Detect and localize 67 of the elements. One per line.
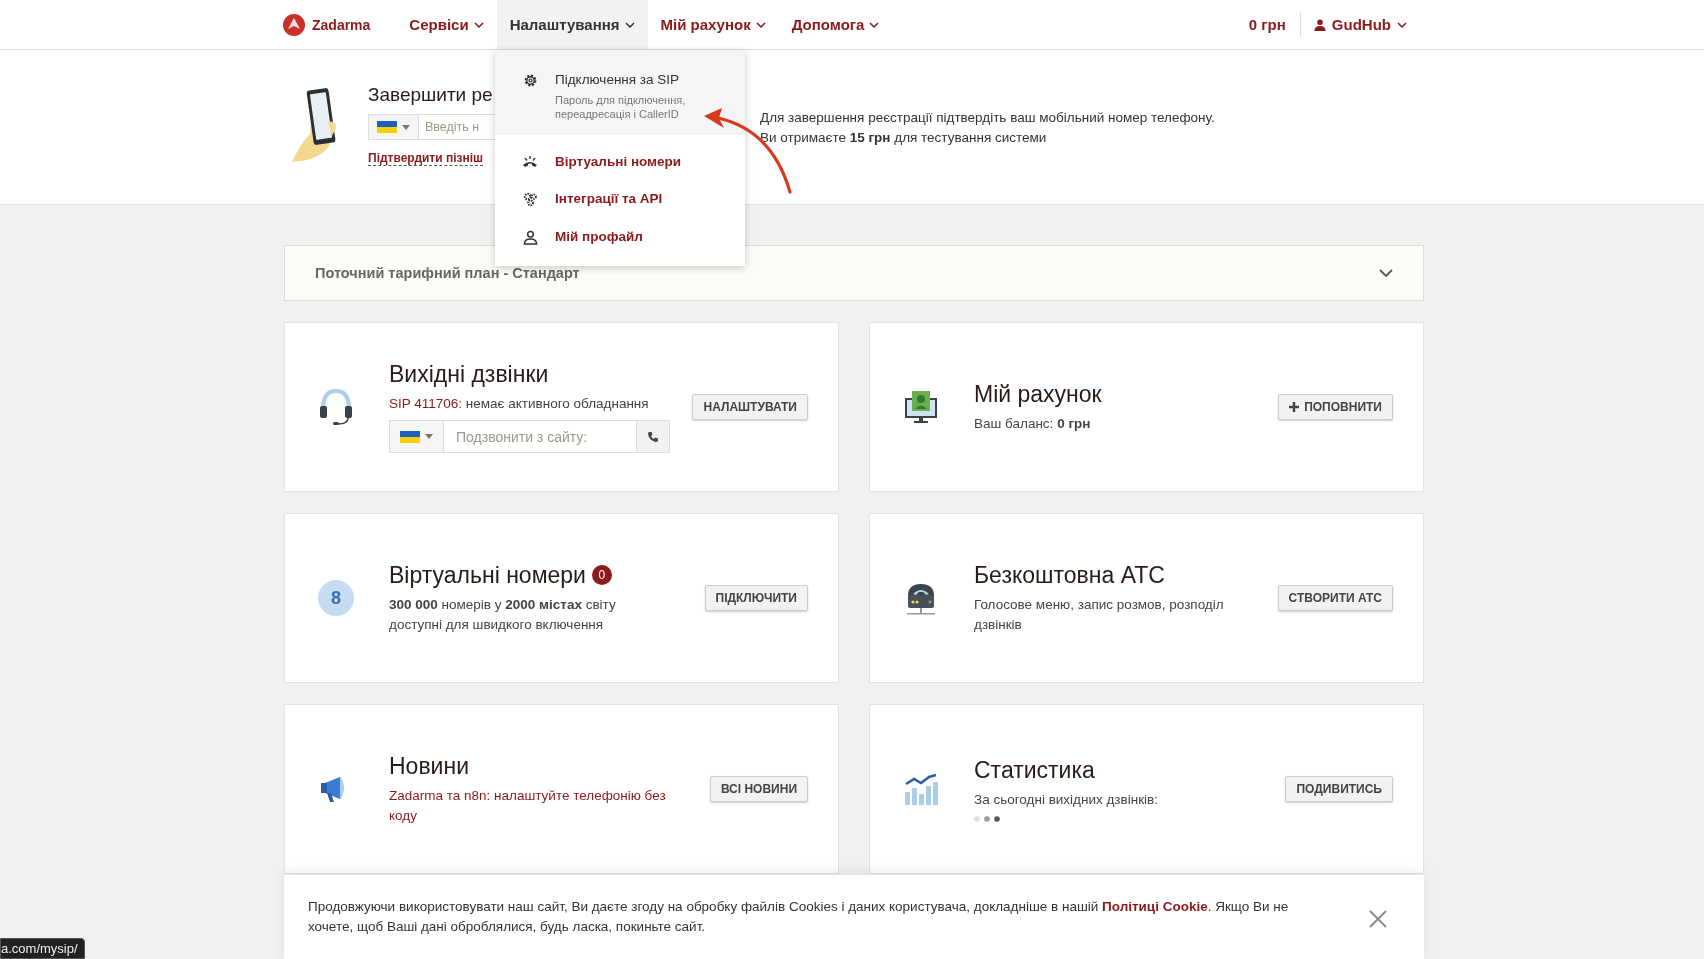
card-action-button[interactable]: ПОПОВНИТИ	[1278, 394, 1393, 420]
card-title: Вихідні дзвінки	[389, 361, 549, 388]
card-title: Новини	[389, 752, 470, 780]
cookie-notice: Продовжуючи використовувати наш сайт, Ви даєте згоду на обробку файлів Cookies і даних користувача, докладніше в нашій Політиці Cookie. Якщо Ви не хочете, щоб Ваші дані оброблялися, будь ласка, покиньте сайт.	[308, 898, 1290, 936]
cookie-policy-link[interactable]: Політиці Cookie	[1102, 899, 1208, 914]
menu-item-title: Інтеграції та API	[555, 191, 663, 206]
chevron-icon	[869, 22, 880, 28]
card-title: Мій рахунок	[974, 380, 1102, 408]
dropdown-menu-item[interactable]: Віртуальні номери	[495, 143, 745, 180]
tariff-label: Поточний тарифний план - Стандарт	[315, 265, 580, 281]
sip-link[interactable]: SIP 411706:	[389, 396, 463, 411]
card-text: За сьогодні вихідних дзвінків:	[974, 790, 1159, 809]
caret-icon	[425, 434, 433, 439]
headset-icon	[318, 387, 354, 427]
close-icon[interactable]	[1368, 909, 1388, 929]
balance-link[interactable]: 0 грн	[1235, 0, 1300, 49]
menu-item-description: Пароль для підключення, переадресація і CallerID	[555, 93, 687, 121]
logo-text[interactable]: Zadarma	[312, 16, 371, 33]
card-text: 300 000 номерів у 2000 містах світу доступні для швидкого включення	[389, 595, 617, 634]
chevron-icon	[473, 22, 484, 28]
call-button[interactable]	[637, 420, 670, 453]
call-field[interactable]: Подзвонити з сайту:	[444, 420, 637, 453]
phone-icon	[647, 430, 659, 443]
sip-status: немає активного обладнання	[465, 396, 649, 411]
menu-item-title: Віртуальні номери	[555, 154, 682, 169]
menu-item-title: Мій профайл	[555, 229, 643, 244]
nav-menu-item[interactable]: Допомога	[778, 0, 893, 49]
card-title: Безкоштовна АТС	[974, 561, 1165, 589]
count-badge: 0	[591, 565, 612, 585]
card-action-button[interactable]: ПІДКЛЮЧИТИ	[704, 585, 808, 611]
person-icon	[522, 230, 538, 245]
chevron-icon	[1397, 22, 1407, 28]
confirm-later-link[interactable]: Підтвердити пізніш	[368, 151, 484, 166]
user-icon	[1313, 18, 1326, 31]
registration-note: Для завершення реєстрації підтвердіть ваш мобільний номер телефону.	[760, 109, 1215, 127]
nav-menu-item[interactable]: Сервіси	[396, 0, 497, 49]
user-menu[interactable]: GudHub	[1300, 0, 1420, 49]
card-action-button[interactable]: СТВОРИТИ АТС	[1277, 585, 1393, 611]
tariff-bar[interactable]: Поточний тарифний план - Стандарт	[284, 245, 1424, 301]
nav-menu-item[interactable]: Налаштування	[496, 0, 648, 49]
logo-icon	[282, 12, 306, 37]
dropdown-menu-item[interactable]: Підключення за SIP Пароль для підключення, переадресація і CallerID	[495, 50, 745, 135]
card-title: Статистика	[974, 756, 1095, 784]
card-title: Віртуальні номери	[389, 561, 586, 589]
card-action-button[interactable]: НАЛАШТУВАТИ	[692, 394, 808, 420]
registration-title: Завершити ре	[368, 84, 493, 106]
card-action-button[interactable]: ВСІ НОВИНИ	[709, 776, 808, 802]
card-text: Ваш баланс: 0 грн	[974, 414, 1092, 433]
news-link[interactable]: Zadarma та n8n: налаштуйте телефонію без коду	[389, 785, 679, 826]
card-action-button[interactable]: ПОДИВИТИСЬ	[1285, 776, 1393, 802]
flag-icon	[377, 121, 397, 133]
caret-icon	[402, 124, 410, 130]
settings-icon	[522, 73, 538, 88]
phone-ringing-icon	[522, 155, 538, 169]
country-select[interactable]	[368, 114, 419, 140]
nav-menu-item[interactable]: Мій рахунок	[647, 0, 779, 49]
country-select[interactable]	[389, 420, 444, 453]
dropdown-menu-item[interactable]: Інтеграції та API	[495, 180, 745, 218]
chart-icon	[903, 772, 939, 806]
status-url: a.com/mysip/	[0, 938, 85, 959]
menu-item-title: Підключення за SIP	[555, 72, 681, 87]
chevron-icon	[624, 22, 635, 28]
flag-icon	[400, 430, 420, 443]
card-text: Голосове меню, запис розмов, розподіл дзвінків	[974, 595, 1224, 634]
monitor-money-icon	[904, 389, 938, 425]
number-icon: 8	[318, 580, 354, 616]
chevron-icon	[755, 22, 766, 28]
